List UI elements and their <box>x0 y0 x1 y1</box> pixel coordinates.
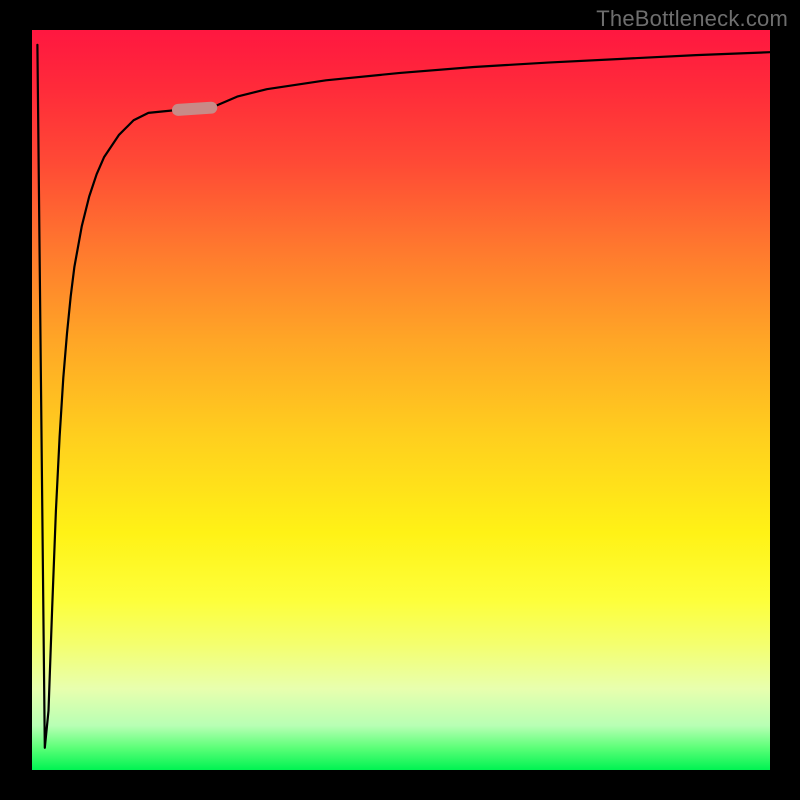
chart-svg <box>30 30 770 770</box>
chart-stage: TheBottleneck.com <box>0 0 800 800</box>
attribution-text: TheBottleneck.com <box>596 6 788 32</box>
x-axis <box>30 770 770 772</box>
y-axis <box>30 30 32 770</box>
chart-plot-area <box>30 30 770 770</box>
bottleneck-curve <box>37 45 770 748</box>
highlight-segment <box>178 108 211 110</box>
